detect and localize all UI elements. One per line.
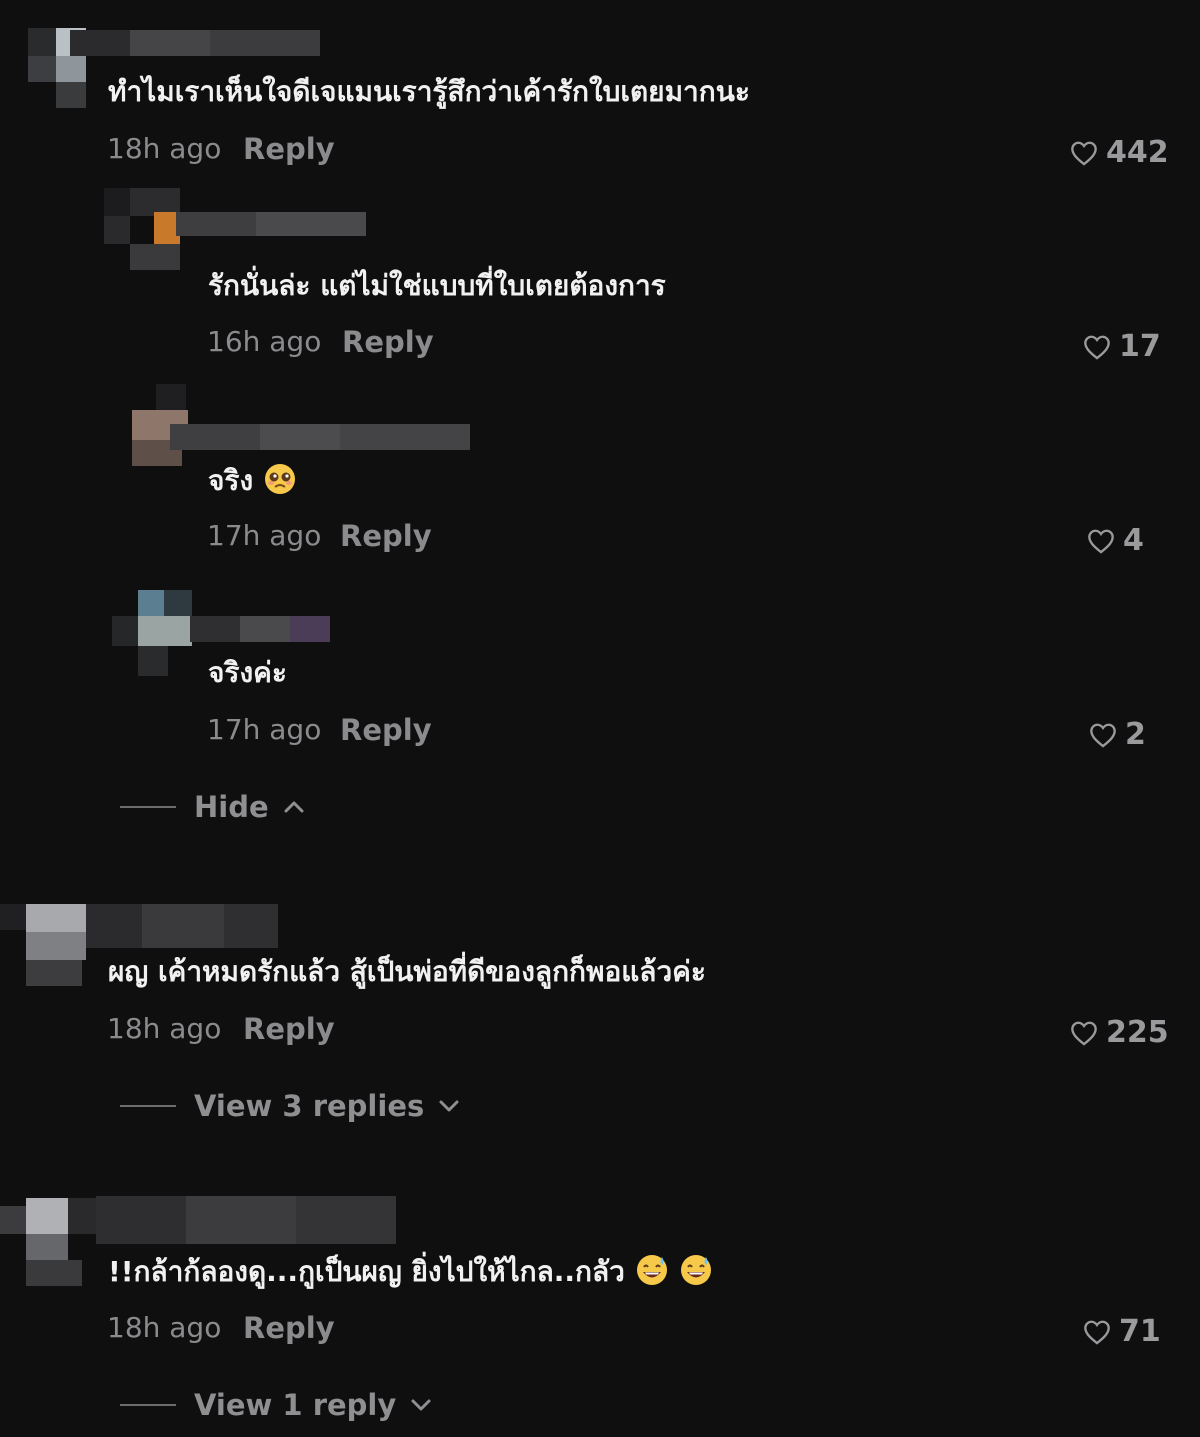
like-button[interactable]: 17 [1083, 330, 1161, 364]
reply-timestamp: 17h ago [207, 713, 322, 746]
comment-text: !!กล้าก้ลองดู...กูเป็นผญ ยิ่งไปให้ไกล..ก… [108, 1253, 713, 1290]
like-count: 225 [1106, 1015, 1169, 1050]
username-blurred[interactable] [70, 30, 320, 58]
toggle-label: Hide [194, 790, 269, 824]
like-count: 71 [1119, 1314, 1161, 1349]
comment-timestamp: 18h ago [107, 132, 222, 165]
chevron-down-icon [411, 1399, 431, 1411]
avatar[interactable] [0, 876, 88, 986]
grinning-sweat-emoji [636, 1255, 667, 1285]
reply-text: รักนั่นล่ะ แต่ไม่ใช่แบบที่ใบเตยต้องการ [208, 269, 666, 302]
grinning-sweat-emoji [680, 1255, 711, 1285]
username-blurred[interactable] [176, 212, 366, 240]
divider-line [120, 806, 176, 808]
like-button[interactable]: 2 [1089, 718, 1146, 752]
reply-button[interactable]: Reply [243, 132, 335, 166]
avatar[interactable] [112, 590, 192, 676]
chevron-up-icon [284, 801, 304, 813]
like-count: 17 [1119, 329, 1161, 364]
reply-button[interactable]: Reply [340, 519, 432, 553]
avatar[interactable] [0, 1176, 96, 1288]
chevron-down-icon [439, 1100, 459, 1112]
reply-timestamp: 16h ago [207, 325, 322, 358]
like-count: 2 [1125, 717, 1146, 752]
reply-timestamp: 17h ago [207, 519, 322, 552]
reply-text: จริง [208, 462, 297, 499]
like-count: 442 [1106, 135, 1169, 170]
heart-icon [1084, 1320, 1110, 1345]
toggle-label: View 3 replies [194, 1089, 425, 1123]
heart-icon [1090, 723, 1116, 748]
username-blurred[interactable] [190, 616, 330, 644]
avatar[interactable] [104, 188, 180, 270]
like-count: 4 [1123, 523, 1144, 558]
view-replies-button[interactable]: View 3 replies [120, 1089, 460, 1123]
comment-timestamp: 18h ago [107, 1012, 222, 1045]
comment-text: ทำไมเราเห็นใจดีเจแมนเรารู้สึกว่าเค้ารักใ… [108, 75, 750, 108]
username-blurred[interactable] [86, 904, 278, 948]
reply-button[interactable]: Reply [342, 325, 434, 359]
comment-text: ผญ เค้าหมดรักแล้ว สู้เป็นพ่อที่ดีของลูกก… [108, 955, 706, 988]
heart-icon [1084, 335, 1110, 360]
reply-text: จริงค่ะ [208, 656, 287, 689]
hide-replies-button[interactable]: Hide [120, 790, 305, 824]
heart-icon [1088, 529, 1114, 554]
like-button[interactable]: 442 [1070, 136, 1169, 170]
like-button[interactable]: 225 [1070, 1016, 1169, 1050]
reply-button[interactable]: Reply [243, 1311, 335, 1345]
like-button[interactable]: 4 [1087, 524, 1144, 558]
username-blurred[interactable] [96, 1196, 396, 1244]
pleading-face-emoji [265, 464, 296, 494]
heart-icon [1071, 141, 1097, 166]
like-button[interactable]: 71 [1083, 1315, 1161, 1349]
heart-icon [1071, 1021, 1097, 1046]
divider-line [120, 1105, 176, 1107]
comments-panel: ทำไมเราเห็นใจดีเจแมนเรารู้สึกว่าเค้ารักใ… [0, 0, 1200, 1437]
divider-line [120, 1404, 176, 1406]
username-blurred[interactable] [170, 424, 470, 452]
toggle-label: View 1 reply [194, 1388, 397, 1422]
reply-button[interactable]: Reply [340, 713, 432, 747]
view-replies-button[interactable]: View 1 reply [120, 1388, 432, 1422]
reply-button[interactable]: Reply [243, 1012, 335, 1046]
comment-timestamp: 18h ago [107, 1311, 222, 1344]
